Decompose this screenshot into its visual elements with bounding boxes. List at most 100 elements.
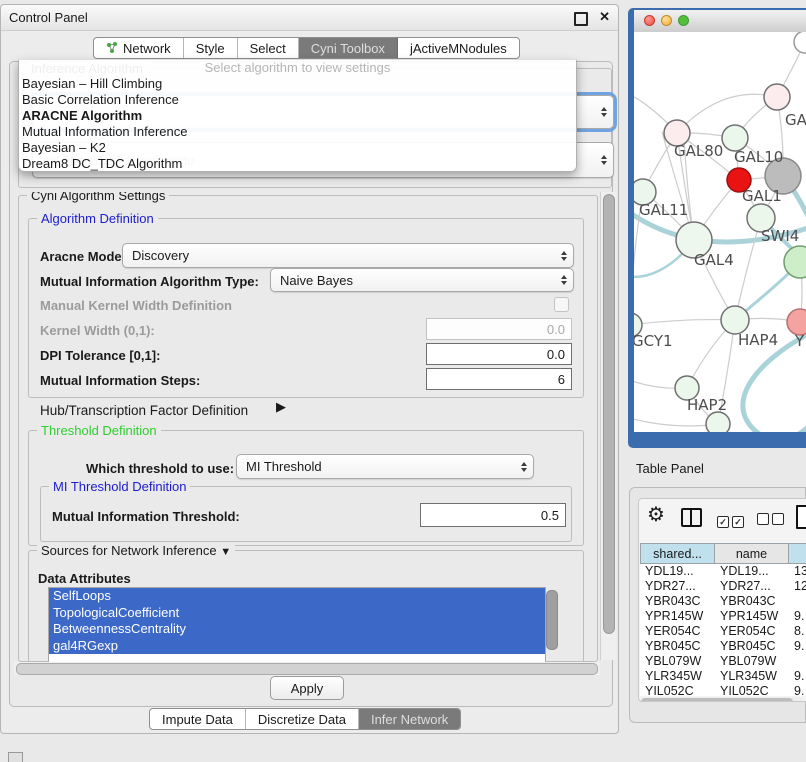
tab-label: Impute Data [162,712,233,727]
network-node-label: GAL [785,111,806,129]
attribute-list-item[interactable]: SelfLoops [49,588,545,605]
table-column-header[interactable]: name [715,543,789,564]
select-all-icon[interactable]: ✓✓ [717,512,747,530]
table-cell: YDR27... [640,579,715,594]
which-threshold-combo[interactable]: MI Threshold [236,454,534,479]
algorithm-popup-list: Bayesian – Hill ClimbingBasic Correlatio… [19,76,576,172]
network-node-label: GAL4 [694,251,734,269]
data-attributes-list[interactable]: SelfLoopsTopologicalCoefficientBetweenne… [48,587,546,662]
checked-box-glyph: ✓ [717,516,729,528]
tab-impute-data[interactable]: Impute Data [150,709,246,729]
table-row[interactable]: YDL19...YDL19...13 [640,564,806,579]
cyni-settings-title: Cyni Algorithm Settings [27,192,169,203]
algorithm-popup-item[interactable]: Dream8 DC_TDC Algorithm [19,156,576,172]
manual-kernel-checkbox[interactable] [554,297,569,312]
table-row[interactable]: YPR145WYPR145W9. [640,609,806,624]
algorithm-popup-item[interactable]: Mutual Information Inference [19,124,576,140]
table-row[interactable]: YBR043CYBR043C [640,594,806,609]
dpi-tolerance-field[interactable]: 0.0 [426,343,572,365]
window-close-button[interactable] [644,15,655,26]
mi-type-combo[interactable]: Naive Bayes [270,268,574,292]
float-window-icon[interactable] [574,12,588,26]
network-node-green-bottom[interactable] [706,412,730,432]
table-row[interactable]: YER054CYER054C8. [640,624,806,639]
table-cell: YER054C [640,624,715,639]
combo-arrows-icon [601,107,607,117]
table-cell: YDR27... [715,579,789,594]
window-zoom-button[interactable] [678,15,689,26]
app: Control Panel ✕ NetworkStyleSelect Cyni T… [0,0,806,762]
data-attributes-label: Data Attributes [38,571,131,586]
attribute-list-item[interactable]: BetweennessCentrality [49,621,545,638]
tab-jactivemnodules[interactable]: jActiveMNodules [398,38,519,58]
network-node-hap4[interactable] [721,306,749,334]
tab-label: Cyni Toolbox [311,41,385,56]
network-node-label: SWI4 [761,227,799,245]
tab-discretize-data[interactable]: Discretize Data [246,709,359,729]
kernel-width-field[interactable]: 0.0 [426,318,572,340]
tab-select[interactable]: Select [238,38,299,58]
checked-box-glyph: ✓ [732,516,744,528]
network-canvas[interactable]: GALGAL80GAL10GAL1GAL11SWI4GAL4GCY1HAP4YH… [634,32,806,432]
network-node-label: GAL80 [674,142,723,160]
attribute-list-item[interactable]: gal4RGexp [49,638,545,655]
algorithm-popup-item[interactable]: Basic Correlation Inference [19,92,576,108]
table-row[interactable]: YDR27...YDR27...12 [640,579,806,594]
mi-steps-field[interactable]: 6 [426,368,572,390]
network-node-label: HAP4 [738,331,778,349]
network-window-titlebar[interactable] [634,10,806,33]
vertical-scrollbar-thumb[interactable] [603,194,615,634]
table-row[interactable]: YIL052CYIL052C9. [640,684,806,696]
network-canvas-svg: GALGAL80GAL10GAL1GAL11SWI4GAL4GCY1HAP4YH… [634,32,806,432]
aracne-mode-combo[interactable]: Discovery [122,243,574,268]
horizontal-scrollbar-thumb[interactable] [16,663,598,675]
window-minimize-button[interactable] [661,15,672,26]
table-horizontal-scrollbar [640,697,803,702]
settings-vertical-scrollbar [600,192,616,660]
tab-cyni-toolbox[interactable]: Cyni Toolbox [299,38,398,58]
gear-icon[interactable]: ⚙ [647,503,665,527]
table-scrollbar-thumb[interactable] [641,698,793,702]
table-column-header[interactable]: shared... [640,543,715,564]
deselect-all-icon[interactable] [757,512,787,530]
network-edge[interactable] [735,218,761,320]
bottom-tabs: Impute Data Discretize DataInfer Network [149,708,461,730]
table-row[interactable]: YLR345WYLR345W9. [640,669,806,684]
cyni-settings-viewport: Cyni Algorithm Settings Algorithm Defini… [14,192,602,662]
split-columns-icon[interactable] [681,508,702,527]
which-threshold-value: MI Threshold [246,459,322,474]
settings-horizontal-scrollbar [14,662,600,675]
apply-button[interactable]: Apply [270,676,344,700]
table-column-header[interactable] [789,543,806,564]
mi-steps-label: Mutual Information Steps: [40,373,200,388]
tab-infer-network[interactable]: Infer Network [359,709,460,729]
combo-arrows-icon [561,251,567,261]
tab-network[interactable]: Network [94,38,184,58]
which-threshold-label: Which threshold to use: [86,461,234,476]
attribute-list-item[interactable]: TopologicalCoefficient [49,605,545,622]
algorithm-popup-item[interactable]: Bayesian – Hill Climbing [19,76,576,92]
control-panel-title: Control Panel [9,10,88,25]
sources-group-title[interactable]: Sources for Network Inference ▼ [37,543,235,558]
collapse-arrow-icon: ▼ [220,546,231,558]
close-icon[interactable]: ✕ [599,9,610,25]
combo-arrows-icon [601,155,607,165]
kernel-width-label: Kernel Width (0,1): [40,323,155,338]
attribute-list-scrollbar[interactable] [546,590,558,650]
mi-threshold-definition-title: MI Threshold Definition [49,479,190,494]
expand-arrow-icon[interactable]: ▶ [276,399,286,415]
algorithm-popup-item[interactable]: Bayesian – K2 [19,140,576,156]
document-icon[interactable] [796,505,806,529]
table-row[interactable]: YBL079WYBL079W [640,654,806,669]
network-node-top-right[interactable] [794,32,806,53]
clipped-panel-corner [8,752,23,762]
network-edge[interactable] [634,320,735,325]
algorithm-popup-item[interactable]: ARACNE Algorithm [19,108,576,124]
table-cell: 12 [789,579,806,594]
table-cell: YLR345W [715,669,789,684]
network-node-gal-pink[interactable] [764,84,790,110]
tab-style[interactable]: Style [184,38,238,58]
mi-threshold-field[interactable]: 0.5 [420,503,566,527]
table-row[interactable]: YBR045CYBR045C9. [640,639,806,654]
table-cell: YIL052C [640,684,715,696]
